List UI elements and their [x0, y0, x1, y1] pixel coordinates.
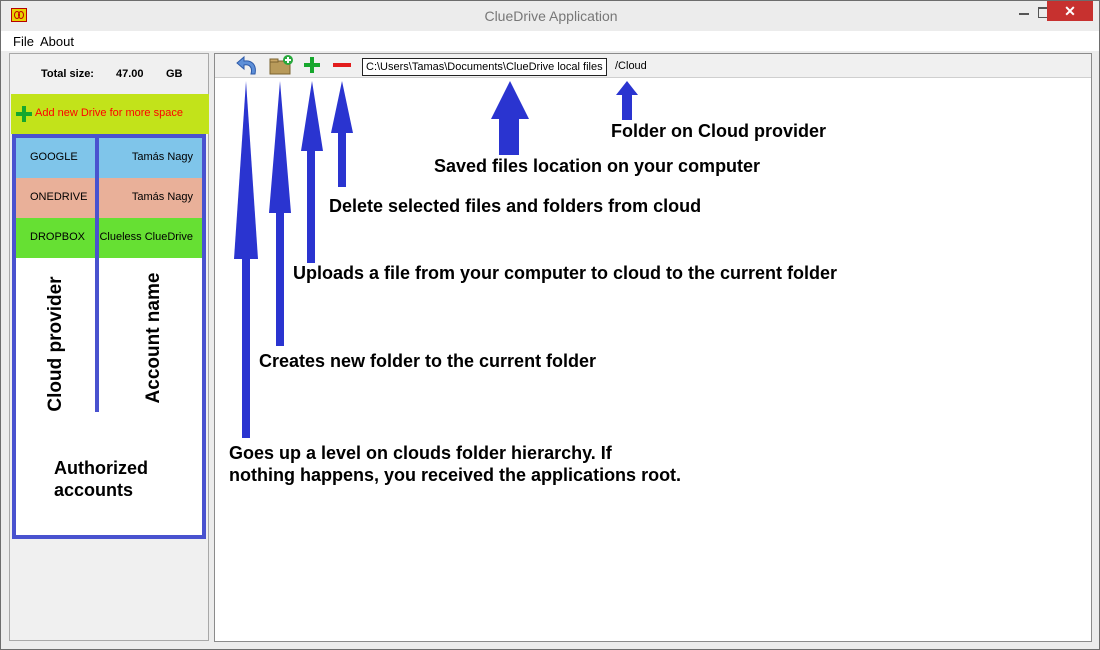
- plus-icon: [16, 106, 32, 122]
- annotation-goes-up-line2: nothing happens, you received the applic…: [229, 465, 682, 485]
- column-divider: [95, 138, 99, 412]
- add-drive-button[interactable]: Add new Drive for more space: [11, 94, 209, 134]
- menu-file[interactable]: File: [13, 34, 34, 49]
- account-row-dropbox[interactable]: DROPBOX Clueless ClueDrive: [16, 218, 202, 258]
- annotation-folder-on-cloud: Folder on Cloud provider: [611, 121, 826, 141]
- account-name-label: Account name: [138, 258, 170, 418]
- minimize-button[interactable]: [1012, 1, 1036, 21]
- account-row-onedrive[interactable]: ONEDRIVE Tamás Nagy: [16, 178, 202, 218]
- cloud-provider-label: Cloud provider: [40, 264, 72, 424]
- menu-about[interactable]: About: [40, 34, 74, 49]
- account-row-google[interactable]: GOOGLE Tamás Nagy: [16, 138, 202, 178]
- account-provider: DROPBOX: [30, 231, 86, 243]
- cloud-path-label: /Cloud: [615, 60, 647, 72]
- window-title: ClueDrive Application: [484, 8, 618, 24]
- annotation-goes-up-line1: Goes up a level on clouds folder hierarc…: [229, 443, 612, 463]
- delete-minus-icon[interactable]: [331, 54, 353, 76]
- account-provider: GOOGLE: [30, 151, 78, 163]
- toolbar: C:\Users\Tamas\Documents\ClueDrive local…: [215, 54, 1091, 78]
- account-name: Tamás Nagy: [131, 151, 193, 163]
- close-button[interactable]: ✕: [1047, 1, 1093, 21]
- annotation-uploads-file: Uploads a file from your computer to clo…: [293, 263, 838, 283]
- title-bar: ClueDrive Application ✕: [1, 1, 1099, 31]
- annotation-saved-files-location: Saved files location on your computer: [434, 156, 761, 176]
- account-name: Clueless ClueDrive: [99, 231, 193, 243]
- total-size-value: 47.00: [116, 68, 144, 80]
- account-provider: ONEDRIVE: [30, 191, 88, 203]
- new-folder-icon[interactable]: [269, 54, 293, 76]
- authorized-accounts-frame: GOOGLE Tamás Nagy ONEDRIVE Tamás Nagy DR…: [12, 134, 206, 539]
- up-level-icon[interactable]: [235, 54, 257, 76]
- add-drive-label: Add new Drive for more space: [35, 107, 183, 119]
- accounts-panel: Total size: 47.00 GB Add new Drive for m…: [9, 53, 209, 641]
- annotation-delete-selected: Delete selected files and folders from c…: [329, 196, 702, 216]
- app-window: ClueDrive Application ✕ File About Total…: [0, 0, 1100, 650]
- local-path-field[interactable]: C:\Users\Tamas\Documents\ClueDrive local…: [362, 58, 607, 76]
- menu-bar: File About: [1, 31, 1099, 51]
- authorized-accounts-label: Authorized accounts: [54, 458, 148, 500]
- upload-plus-icon[interactable]: [302, 54, 324, 76]
- total-size-label: Total size:: [41, 68, 94, 80]
- account-name: Tamás Nagy: [131, 191, 193, 203]
- total-size-unit: GB: [166, 68, 183, 80]
- annotation-creates-folder: Creates new folder to the current folder: [259, 351, 597, 371]
